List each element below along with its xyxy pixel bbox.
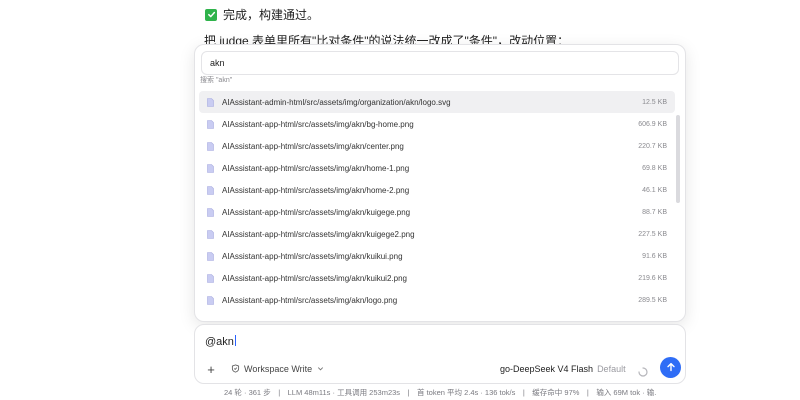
file-list-item[interactable]: AIAssistant-app-html/src/assets/img/akn/… <box>199 157 675 179</box>
file-icon <box>207 163 214 173</box>
arrow-up-icon <box>666 359 676 377</box>
file-path: AIAssistant-admin-html/src/assets/img/or… <box>222 97 451 107</box>
model-name: go-DeepSeek V4 Flash <box>500 364 594 374</box>
file-size: 606.9 KB <box>638 120 667 128</box>
file-path: AIAssistant-app-html/src/assets/img/akn/… <box>222 207 411 217</box>
file-path: AIAssistant-app-html/src/assets/img/akn/… <box>222 251 403 261</box>
file-picker-popup: 搜索 "akn" AIAssistant-admin-html/src/asse… <box>194 44 686 322</box>
file-icon <box>207 229 214 239</box>
file-size: 219.6 KB <box>638 274 667 282</box>
file-size: 220.7 KB <box>638 142 667 150</box>
add-button[interactable]: + <box>204 361 218 377</box>
file-path: AIAssistant-app-html/src/assets/img/akn/… <box>222 141 404 151</box>
file-icon <box>207 273 214 283</box>
message-input[interactable]: @akn <box>205 335 236 348</box>
file-size: 227.5 KB <box>638 230 667 238</box>
file-icon <box>207 119 214 129</box>
file-path: AIAssistant-app-html/src/assets/img/akn/… <box>222 273 407 283</box>
file-path: AIAssistant-app-html/src/assets/img/akn/… <box>222 229 415 239</box>
model-selector[interactable]: go-DeepSeek V4 Flash Default <box>500 362 638 380</box>
file-icon <box>207 185 214 195</box>
workspace-mode-label: Workspace Write <box>244 364 313 374</box>
file-list-item[interactable]: AIAssistant-admin-html/src/assets/img/or… <box>199 91 675 113</box>
file-size: 289.5 KB <box>638 296 667 304</box>
file-path: AIAssistant-app-html/src/assets/img/akn/… <box>222 295 398 305</box>
text-caret <box>234 335 236 346</box>
list-scrollbar[interactable] <box>676 115 680 203</box>
file-list-item[interactable]: AIAssistant-app-html/src/assets/img/akn/… <box>199 179 675 201</box>
model-variant: Default <box>597 364 626 374</box>
checkmark-icon <box>205 8 217 21</box>
file-list-item[interactable]: AIAssistant-app-html/src/assets/img/akn/… <box>199 135 675 157</box>
composer: @akn + Workspace Write go-DeepSeek V4 Fl… <box>194 324 686 384</box>
file-search-input[interactable] <box>201 51 679 75</box>
file-path: AIAssistant-app-html/src/assets/img/akn/… <box>222 119 414 129</box>
file-size: 12.5 KB <box>642 98 667 106</box>
file-list-item[interactable]: AIAssistant-app-html/src/assets/img/akn/… <box>199 289 675 311</box>
file-size: 88.7 KB <box>642 208 667 216</box>
file-icon <box>207 251 214 261</box>
file-icon <box>207 207 214 217</box>
chevron-down-icon <box>316 364 325 375</box>
file-list-item[interactable]: AIAssistant-app-html/src/assets/img/akn/… <box>199 267 675 289</box>
file-list: AIAssistant-admin-html/src/assets/img/or… <box>199 91 675 311</box>
file-icon <box>207 141 214 151</box>
file-icon <box>207 97 214 107</box>
chat-window: 完成，构建通过。 把 judge 表单里所有"比对条件"的说法统一改成了"条件"… <box>0 0 800 400</box>
plus-icon: + <box>207 361 215 377</box>
file-list-item[interactable]: AIAssistant-app-html/src/assets/img/akn/… <box>199 113 675 135</box>
file-path: AIAssistant-app-html/src/assets/img/akn/… <box>222 185 410 195</box>
message-input-text: @akn <box>205 336 234 348</box>
file-list-item[interactable]: AIAssistant-app-html/src/assets/img/akn/… <box>199 223 675 245</box>
status-bar: 24 轮 · 361 步 | LLM 48m11s · 工具调用 253m23s… <box>224 388 656 397</box>
file-size: 91.6 KB <box>642 252 667 260</box>
file-size: 46.1 KB <box>642 186 667 194</box>
file-list-item[interactable]: AIAssistant-app-html/src/assets/img/akn/… <box>199 245 675 267</box>
shield-icon <box>231 363 240 375</box>
loading-spinner-icon <box>638 364 648 377</box>
send-button[interactable] <box>660 357 681 378</box>
summary-text: 把 judge 表单里所有"比对条件"的说法统一改成了"条件"，改动位置： <box>204 34 570 44</box>
done-text: 完成，构建通过。 <box>223 8 320 22</box>
workspace-mode-button[interactable]: Workspace Write <box>231 362 325 376</box>
file-path: AIAssistant-app-html/src/assets/img/akn/… <box>222 163 410 173</box>
file-icon <box>207 295 214 305</box>
file-list-item[interactable]: AIAssistant-app-html/src/assets/img/akn/… <box>199 201 675 223</box>
done-message: 完成，构建通过。 <box>205 6 319 23</box>
file-size: 69.8 KB <box>642 164 667 172</box>
search-hint: 搜索 "akn" <box>200 77 233 84</box>
